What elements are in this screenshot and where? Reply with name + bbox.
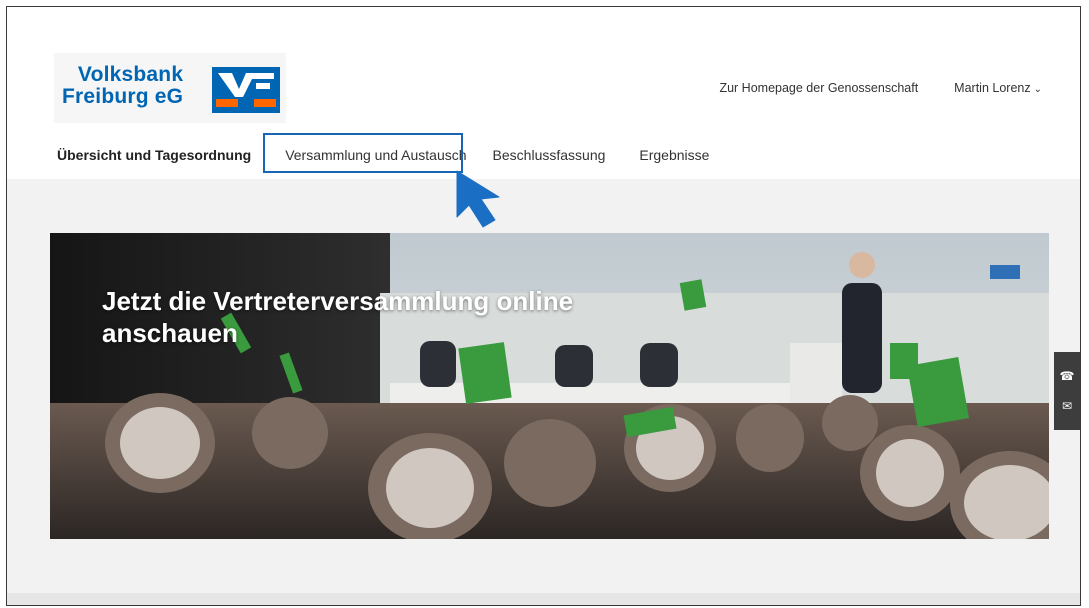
side-contact-bar: ☎ ✉ bbox=[1054, 352, 1080, 430]
cursor-arrow-icon bbox=[456, 170, 500, 228]
mail-icon[interactable]: ✉ bbox=[1062, 399, 1072, 413]
tab-highlight-box bbox=[263, 133, 463, 173]
user-menu[interactable]: Martin Lorenz ⌄ bbox=[954, 81, 1042, 95]
phone-icon[interactable]: ☎ bbox=[1060, 369, 1075, 383]
logo-wordmark: Volksbank Freiburg eG bbox=[62, 64, 183, 108]
logo-name-line1: Volksbank bbox=[77, 63, 184, 86]
homepage-link[interactable]: Zur Homepage der Genossenschaft bbox=[719, 81, 918, 95]
hero-banner[interactable]: Jetzt die Vertreterversammlung online an… bbox=[50, 233, 1049, 539]
bottom-strip bbox=[7, 593, 1080, 605]
logo-name-line2: Freiburg eG bbox=[62, 85, 184, 108]
chevron-down-icon: ⌄ bbox=[1033, 84, 1042, 95]
vr-logo-icon bbox=[212, 67, 280, 113]
browser-frame: Volksbank Freiburg eG Zur Homepage der G… bbox=[6, 6, 1081, 606]
hero-title: Jetzt die Vertreterversammlung online an… bbox=[102, 286, 574, 348]
volksbank-logo[interactable]: Volksbank Freiburg eG bbox=[54, 53, 286, 123]
hero-photo bbox=[50, 233, 1049, 539]
user-name: Martin Lorenz bbox=[954, 81, 1031, 95]
top-links: Zur Homepage der Genossenschaft Martin L… bbox=[719, 81, 1042, 95]
